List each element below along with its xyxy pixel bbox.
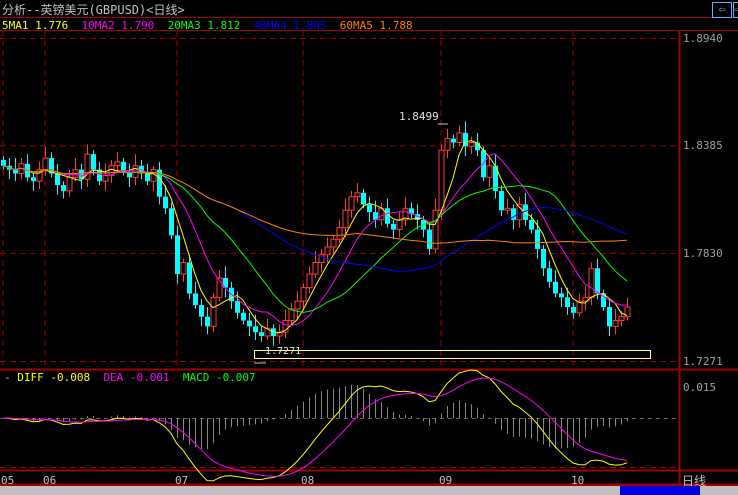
candle-body: [391, 223, 396, 230]
ma-line-20: [2, 165, 628, 313]
candle-body: [541, 248, 546, 269]
candle-body: [361, 192, 366, 205]
candle-body: [348, 196, 355, 211]
high-annotation: 1.8499: [399, 110, 439, 123]
candle-body: [571, 307, 576, 313]
forward-button[interactable]: ⇨: [733, 2, 738, 18]
candle-body: [588, 267, 595, 298]
candle-body: [180, 261, 187, 275]
candle-body: [444, 138, 451, 151]
y-tick: 1.7271: [683, 355, 723, 368]
candle-body: [241, 312, 246, 321]
candle-body: [294, 300, 301, 310]
back-arrow-icon[interactable]: ⇦: [712, 2, 732, 18]
candle-body: [193, 293, 198, 306]
candle-body: [451, 138, 456, 143]
ma-line-10: [2, 153, 627, 326]
status-indicator: [620, 486, 700, 495]
legend-item-10ma2: 10MA2 1.790: [81, 19, 168, 32]
legend-item-20ma3: 20MA3 1.812: [167, 19, 254, 32]
candle-body: [235, 301, 240, 313]
candle-body: [169, 208, 174, 236]
candle-body: [607, 307, 612, 327]
price-chart[interactable]: [0, 0, 738, 495]
candle-body: [559, 293, 564, 298]
candle-body: [427, 229, 432, 249]
candle-body: [547, 268, 552, 282]
candle-body: [102, 174, 109, 182]
y-tick: 1.8385: [683, 139, 723, 152]
candle-body: [61, 185, 66, 191]
candle-body: [199, 305, 204, 317]
candle-body: [504, 207, 511, 211]
candle-body: [553, 281, 558, 294]
candle-body: [565, 297, 570, 308]
candle-body: [205, 316, 210, 327]
low-annotation: 1.7271: [265, 346, 302, 357]
candle-body: [342, 209, 349, 229]
candle-body: [114, 161, 121, 167]
ma-line-5: [2, 140, 628, 334]
ma-legend: 5MA1 1.776 10MA2 1.790 20MA3 1.812 40MA4…: [2, 19, 426, 32]
legend-item-60ma5: 60MA5 1.788: [339, 19, 426, 32]
y-tick: 1.8940: [683, 32, 723, 45]
candle-body: [66, 176, 73, 192]
macd-legend: - DIFF -0.008 DEA -0.001 MACD -0.007: [4, 371, 269, 384]
candle-body: [42, 157, 49, 171]
legend-item-dea: DEA -0.001: [103, 371, 183, 384]
candle-body: [13, 169, 18, 174]
candle-body: [324, 246, 331, 256]
candle-body: [55, 173, 60, 186]
candle-body: [330, 238, 337, 248]
candle-body: [300, 287, 307, 302]
candle-body: [396, 219, 403, 231]
candle-body: [312, 261, 319, 275]
candle-body: [354, 192, 361, 198]
candle-body: [175, 235, 180, 275]
candle-body: [468, 142, 475, 147]
candle-body: [187, 262, 192, 294]
candle-body: [210, 296, 217, 327]
candle-body: [499, 190, 504, 211]
candle-body: [535, 229, 540, 249]
y-tick: 1.7830: [683, 247, 723, 260]
candle-body: [91, 154, 96, 170]
dea-line: [2, 377, 628, 477]
candle-body: [1, 159, 6, 166]
candle-body: [486, 165, 493, 178]
candle-body: [336, 227, 343, 240]
low-marker-box: [254, 350, 651, 359]
diff-line: [2, 369, 628, 482]
candle-body: [595, 268, 600, 294]
candle-body: [438, 149, 445, 211]
window-title: 分析--英镑美元(GBPUSD)<日线>: [2, 3, 185, 17]
candle-body: [529, 219, 534, 230]
candle-body: [367, 204, 372, 213]
candle-body: [132, 165, 139, 178]
candle-body: [511, 208, 516, 220]
candle-body: [259, 332, 264, 337]
legend-item-5ma1: 5MA1 1.776: [2, 19, 82, 32]
candle-body: [618, 316, 625, 322]
status-bar: [0, 486, 738, 495]
candle-body: [247, 320, 252, 327]
candle-body: [456, 132, 463, 144]
macd-legend-dash: -: [4, 371, 18, 384]
legend-item-macd: MACD -0.007: [182, 371, 269, 384]
candle-body: [163, 196, 168, 209]
candle-body: [306, 273, 313, 289]
candle-body: [31, 177, 36, 182]
candle-body: [253, 326, 258, 333]
legend-item-diff: DIFF -0.008: [17, 371, 104, 384]
candle-body: [145, 173, 150, 182]
candle-body: [612, 320, 619, 327]
ma-line-60: [2, 165, 628, 244]
legend-item-40ma4: 40MA4 1.805: [253, 19, 340, 32]
macd-tick: 0.015: [683, 381, 717, 394]
